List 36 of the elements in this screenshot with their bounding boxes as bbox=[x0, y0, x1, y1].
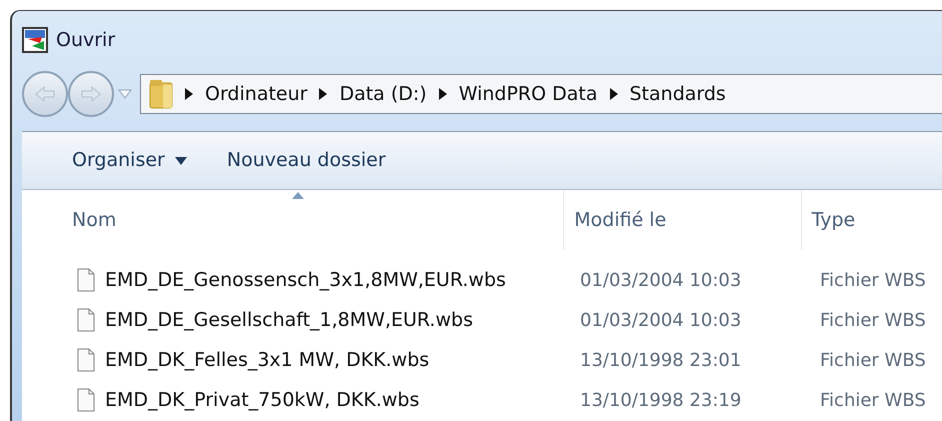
chevron-icon[interactable] bbox=[185, 88, 193, 100]
file-type: Fichier WBS bbox=[819, 348, 926, 372]
chevron-icon[interactable] bbox=[438, 88, 447, 100]
modified-date: 01/03/2004 10:03 bbox=[579, 308, 742, 332]
file-icon bbox=[77, 268, 95, 292]
breadcrumb-item[interactable]: Standards bbox=[630, 80, 726, 108]
file-icon bbox=[77, 308, 95, 332]
column-header[interactable]: Modifié le bbox=[564, 190, 802, 250]
left-arrow-icon bbox=[34, 86, 56, 102]
file-type: Fichier WBS bbox=[819, 268, 926, 292]
app-icon bbox=[22, 27, 48, 53]
new-folder-button[interactable]: Nouveau dossier bbox=[216, 142, 396, 179]
file-icon bbox=[77, 388, 95, 412]
modified-date: 13/10/1998 23:01 bbox=[579, 348, 742, 372]
folder-icon bbox=[149, 79, 173, 109]
organize-menu[interactable]: Organiser bbox=[62, 142, 197, 179]
breadcrumb-item[interactable]: Ordinateur bbox=[205, 80, 308, 108]
file-type: Fichier WBS bbox=[819, 308, 926, 332]
modified-date: 13/10/1998 23:19 bbox=[579, 388, 742, 412]
chevron-icon[interactable] bbox=[319, 88, 328, 100]
file-icon bbox=[77, 348, 95, 372]
window-title: Ouvrir bbox=[56, 28, 116, 53]
file-name[interactable]: EMD_DK_Privat_750kW, DKK.wbs bbox=[105, 386, 420, 414]
breadcrumb-item[interactable]: WindPRO Data bbox=[458, 80, 598, 108]
caret-icon bbox=[174, 156, 187, 164]
file-name[interactable]: EMD_DK_Felles_3x1 MW, DKK.wbs bbox=[105, 346, 430, 374]
file-type: Fichier WBS bbox=[819, 388, 926, 412]
breadcrumb-item[interactable]: Data (D:) bbox=[339, 80, 427, 108]
modified-date: 01/03/2004 10:03 bbox=[579, 268, 742, 292]
chevron-icon[interactable] bbox=[610, 88, 618, 100]
file-name[interactable]: EMD_DE_Genossensch_3x1,8MW,EUR.wbs bbox=[105, 266, 506, 294]
file-name[interactable]: EMD_DE_Gesellschaft_1,8MW,EUR.wbs bbox=[105, 306, 473, 334]
column-header[interactable]: Type bbox=[802, 190, 942, 250]
address-bar[interactable]: Ordinateur Data (D:) WindPRO Data Standards bbox=[140, 74, 942, 114]
column-header[interactable]: Nom bbox=[62, 190, 564, 250]
right-arrow-icon bbox=[80, 86, 102, 102]
